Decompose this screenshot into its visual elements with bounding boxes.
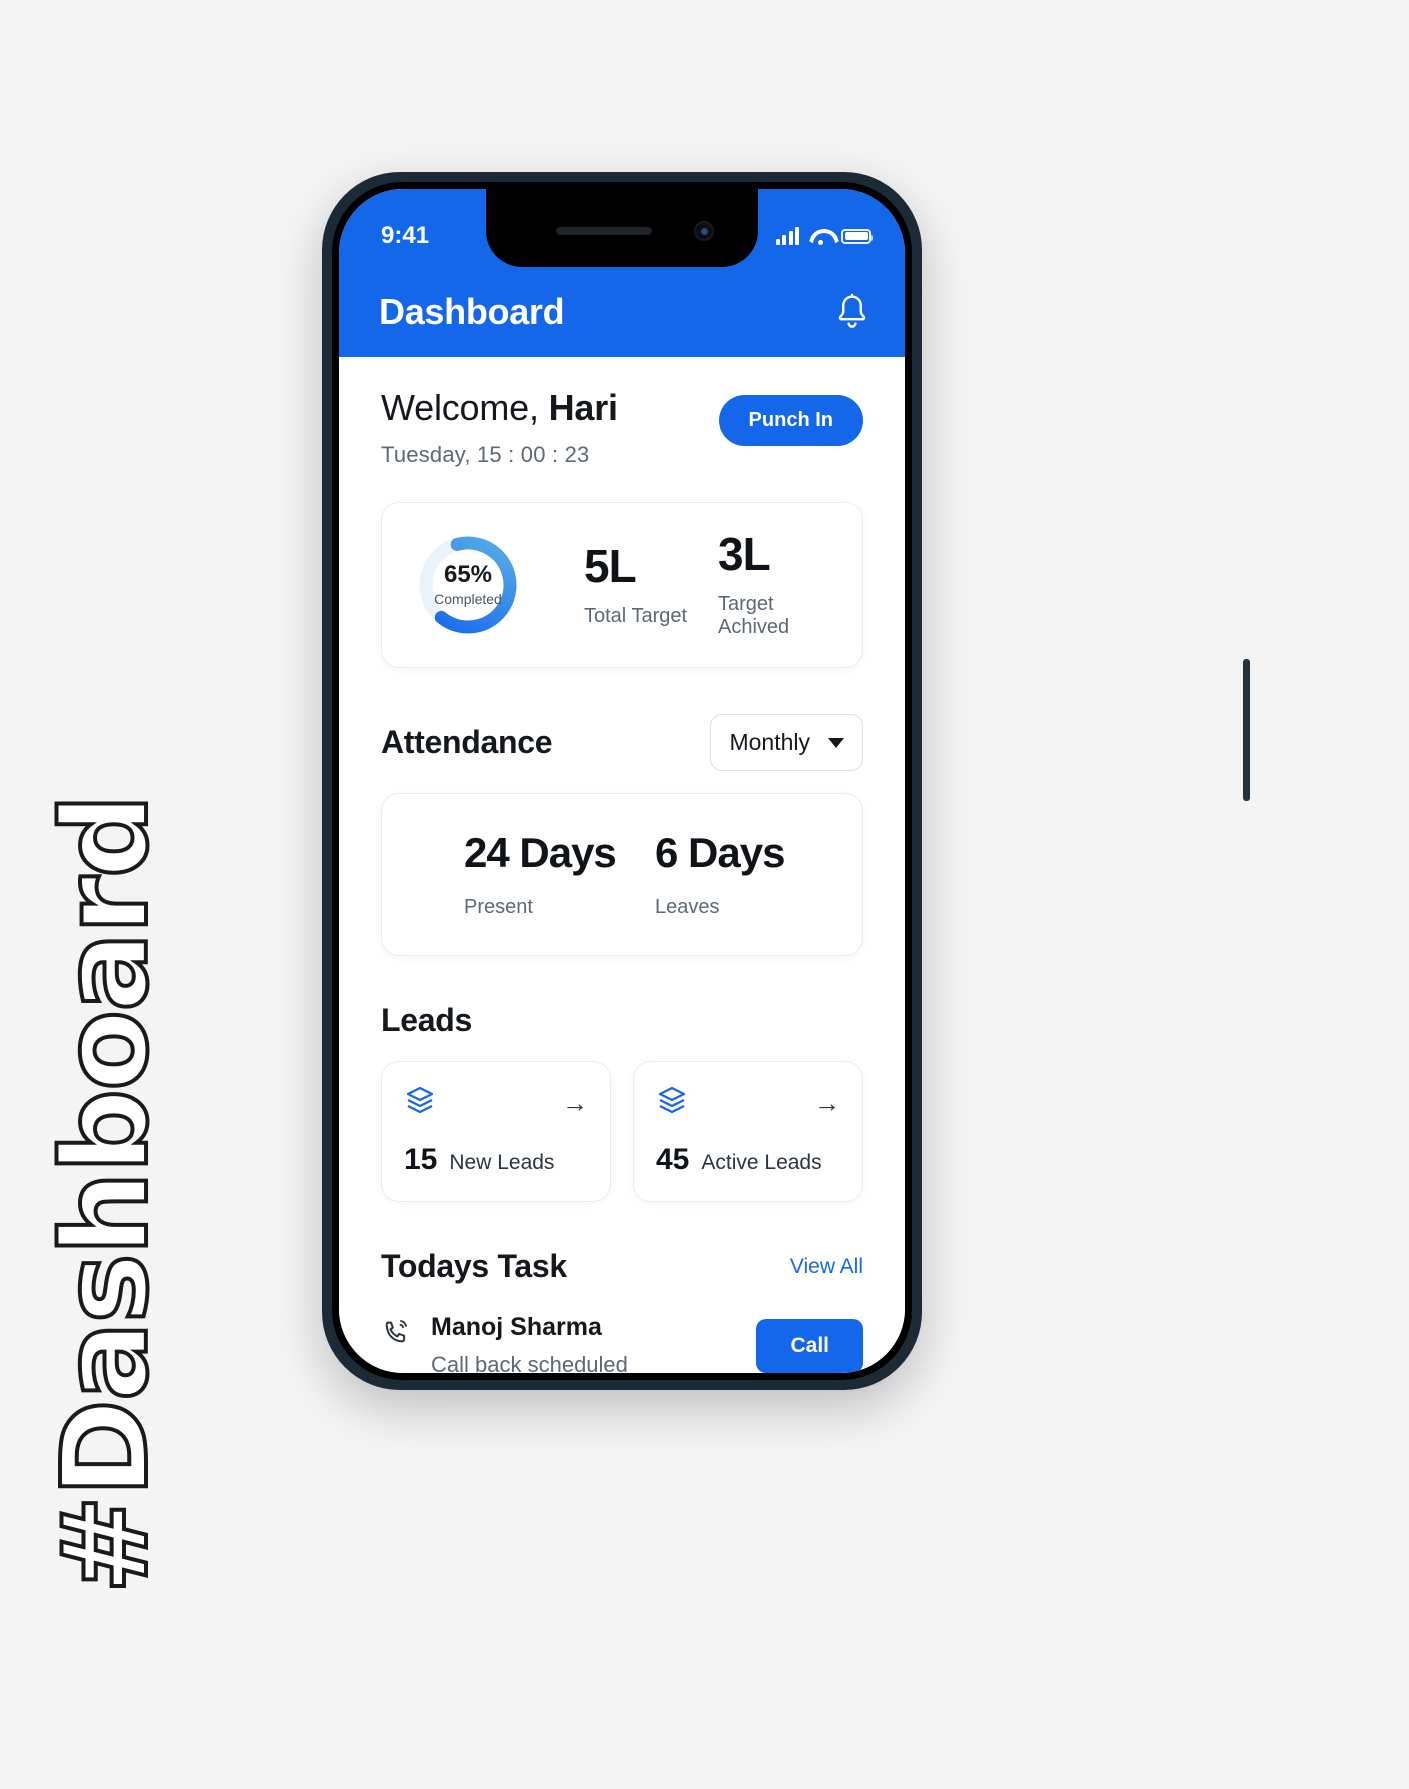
tasks-section-header: Todays Task View All: [381, 1248, 863, 1285]
welcome-text-block: Welcome, Hari Tuesday, 15 : 00 : 23: [381, 387, 618, 468]
active-leads-card-bottom: 45 Active Leads: [656, 1143, 840, 1177]
app-bar: Dashboard: [339, 267, 905, 357]
chevron-down-icon: [828, 737, 844, 748]
bell-icon[interactable]: [835, 293, 869, 331]
target-achieved-label: Target Achived: [718, 593, 790, 638]
layers-icon: [656, 1084, 688, 1121]
active-leads-label: Active Leads: [701, 1151, 822, 1174]
target-achieved-stat: 3L Target Achived: [708, 531, 836, 639]
new-leads-label: New Leads: [449, 1151, 555, 1174]
target-summary-card: 65% Completed 5L Total Target 3L Target …: [381, 502, 863, 668]
leave-days-label: Leaves: [655, 896, 720, 918]
phone-mockup: 9:41 Dashboard Welcome, Hari Tuesday, 15…: [322, 172, 1250, 1390]
phone-notch: [486, 189, 758, 267]
front-camera-icon: [694, 221, 714, 241]
present-days-value: 24 Days: [464, 829, 617, 876]
new-leads-card-bottom: 15 New Leads: [404, 1143, 588, 1177]
attendance-leaves-stat: 6 Days Leaves: [645, 832, 836, 919]
total-target-stat: 5L Total Target: [528, 543, 702, 628]
task-contact-name: Manoj Sharma: [431, 1313, 602, 1341]
attendance-period-value: Monthly: [729, 729, 810, 755]
earpiece-speaker: [556, 227, 652, 235]
phone-inner-frame: 9:41 Dashboard Welcome, Hari Tuesday, 15…: [332, 182, 912, 1380]
side-hashtag-label: #Dashboard: [34, 793, 176, 1596]
welcome-date-time: Tuesday, 15 : 00 : 23: [381, 442, 590, 467]
wifi-icon: [809, 228, 831, 245]
cellular-signal-icon: [775, 227, 799, 245]
attendance-card: 24 Days Present 6 Days Leaves: [381, 793, 863, 956]
call-button[interactable]: Call: [756, 1319, 863, 1373]
target-achieved-value: 3L: [718, 528, 771, 580]
arrow-right-icon: →: [814, 1087, 840, 1118]
progress-donut-chart: 65% Completed: [414, 531, 522, 639]
table-row: Manoj Sharma Call back scheduled 12:30 P…: [381, 1313, 863, 1373]
new-leads-card[interactable]: → 15 New Leads: [381, 1061, 611, 1202]
arrow-right-icon: →: [562, 1087, 588, 1118]
tasks-title: Todays Task: [381, 1248, 567, 1284]
phone-power-button: [1243, 659, 1250, 801]
total-target-value: 5L: [584, 539, 637, 592]
task-info-manoj: Manoj Sharma Call back scheduled 12:30 P…: [381, 1313, 628, 1373]
attendance-title: Attendance: [381, 724, 553, 760]
task-description: Call back scheduled: [431, 1352, 628, 1373]
leads-section-header: Leads: [381, 1002, 863, 1039]
welcome-section: Welcome, Hari Tuesday, 15 : 00 : 23 Punc…: [381, 357, 863, 468]
new-leads-card-top: →: [404, 1084, 588, 1121]
dashboard-content: Welcome, Hari Tuesday, 15 : 00 : 23 Punc…: [339, 357, 905, 1373]
phone-call-icon: [381, 1313, 415, 1373]
leave-days-value: 6 Days: [655, 829, 785, 876]
attendance-section-header: Attendance Monthly: [381, 714, 863, 771]
phone-screen: 9:41 Dashboard Welcome, Hari Tuesday, 15…: [339, 189, 905, 1373]
task-text-block: Manoj Sharma Call back scheduled 12:30 P…: [431, 1313, 628, 1373]
welcome-user-name: Hari: [548, 387, 618, 428]
attendance-period-select[interactable]: Monthly: [710, 714, 863, 771]
total-target-label: Total Target: [584, 604, 688, 627]
leads-cards-row: → 15 New Leads → 45 Active Leads: [381, 1061, 863, 1202]
active-leads-card[interactable]: → 45 Active Leads: [633, 1061, 863, 1202]
attendance-present-stat: 24 Days Present: [408, 832, 645, 919]
battery-icon: [841, 228, 873, 244]
new-leads-count: 15: [404, 1143, 438, 1176]
page-title: Dashboard: [379, 291, 565, 332]
status-bar-time: 9:41: [381, 222, 430, 249]
status-bar-icons: [775, 227, 873, 245]
active-leads-count: 45: [656, 1143, 690, 1176]
present-days-label: Present: [464, 896, 533, 918]
welcome-title: Welcome, Hari: [381, 387, 618, 429]
active-leads-card-top: →: [656, 1084, 840, 1121]
welcome-greeting: Welcome,: [381, 387, 549, 428]
punch-in-button[interactable]: Punch In: [718, 395, 863, 446]
layers-icon: [404, 1084, 436, 1121]
leads-title: Leads: [381, 1002, 472, 1038]
view-all-tasks-link[interactable]: View All: [790, 1255, 863, 1279]
